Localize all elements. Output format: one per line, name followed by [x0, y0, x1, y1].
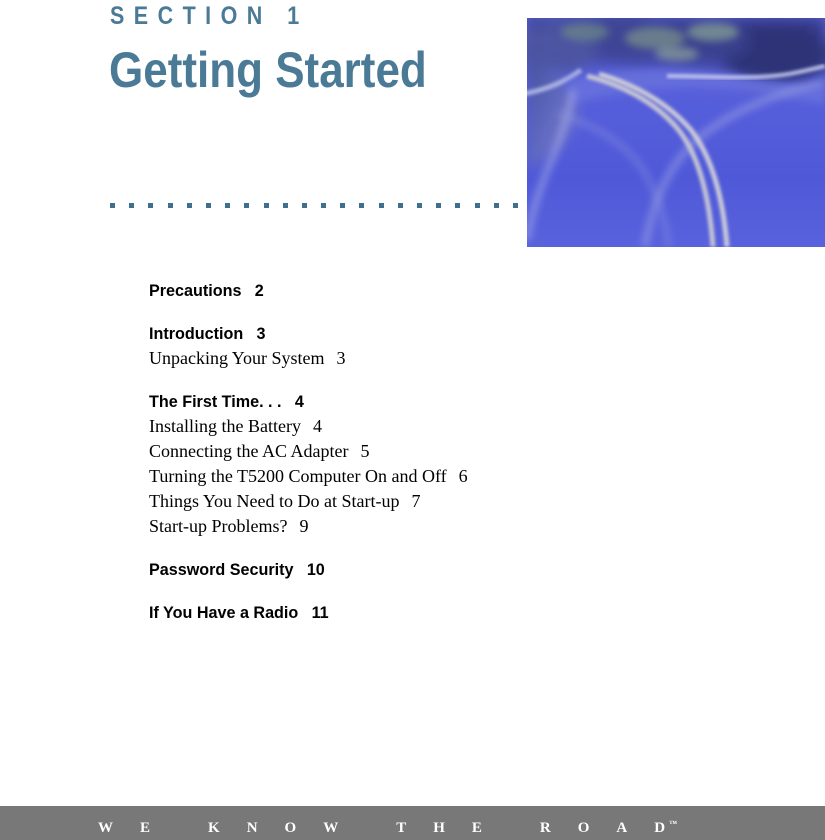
- toc-item-title: Unpacking Your System: [149, 348, 325, 368]
- divider-dot: [340, 203, 346, 208]
- toc-item-page: 3: [336, 348, 346, 368]
- toc-heading-title: The First Time. . .: [149, 392, 282, 411]
- toc-item-page: 6: [458, 466, 468, 486]
- toc-item-title: Turning the T5200 Computer On and Off: [149, 466, 447, 486]
- footer-letter: H: [433, 820, 445, 836]
- toc-heading-page: 4: [294, 392, 304, 411]
- section-label: SECTION 1: [110, 2, 309, 30]
- footer-letter: T: [396, 820, 407, 836]
- divider-dot: [474, 203, 480, 208]
- divider-dot: [436, 203, 442, 208]
- footer-letter: R: [539, 820, 551, 836]
- toc-heading-password-security[interactable]: Password Security 10: [149, 557, 596, 582]
- toc-group: Password Security 10: [149, 557, 619, 582]
- footer-letter: N: [246, 820, 258, 836]
- toc-heading-if-you-have-a-radio[interactable]: If You Have a Radio 11: [149, 600, 596, 625]
- divider-dot: [110, 203, 115, 208]
- toc-heading-introduction[interactable]: Introduction 3: [149, 321, 596, 346]
- toc-heading-title: Introduction: [149, 324, 244, 343]
- divider-dot: [186, 203, 192, 208]
- divider-dot: [244, 203, 250, 208]
- toc-item-page: 7: [411, 491, 421, 511]
- footer-tagline: W E K N O W T H E R O A D ™: [98, 815, 678, 837]
- toc-item-title: Things You Need to Do at Start-up: [149, 491, 400, 511]
- toc-item-turning-the-computer-on-and-off[interactable]: Turning the T5200 Computer On and Off 6: [149, 464, 619, 489]
- divider-dot: [205, 203, 211, 208]
- toc-heading-title: Password Security: [149, 560, 294, 579]
- divider-dot: [167, 203, 173, 208]
- toc-item-page: 5: [360, 441, 370, 461]
- divider-dot: [512, 203, 518, 208]
- divider-dot: [378, 203, 384, 208]
- toc-group: Precautions 2: [149, 278, 619, 303]
- footer-letter: W: [323, 820, 339, 836]
- toc-heading-title: If You Have a Radio: [149, 603, 299, 622]
- toc-group: If You Have a Radio 11: [149, 600, 619, 625]
- trademark-symbol: ™: [669, 819, 679, 828]
- page-title: Getting Started: [109, 42, 427, 98]
- toc-item-start-up-problems[interactable]: Start-up Problems? 9: [149, 514, 619, 539]
- footer-letter: W: [98, 820, 113, 836]
- toc-heading-precautions[interactable]: Precautions 2: [149, 278, 596, 303]
- divider-dot: [225, 203, 231, 208]
- toc-item-title: Installing the Battery: [149, 416, 301, 436]
- divider-dot: [397, 203, 403, 208]
- toc-heading-page: 11: [311, 603, 329, 622]
- toc-heading-the-first-time[interactable]: The First Time. . . 4: [149, 389, 596, 414]
- toc-item-things-you-need-to-do-at-start-up[interactable]: Things You Need to Do at Start-up 7: [149, 489, 619, 514]
- winding-road-photo: [527, 18, 825, 247]
- footer-bar: W E K N O W T H E R O A D ™: [0, 806, 825, 840]
- divider-dot: [148, 203, 154, 208]
- divider-dot: [359, 203, 365, 208]
- table-of-contents: Precautions 2 Introduction 3 Unpacking You…: [149, 278, 619, 625]
- divider-dot: [282, 203, 288, 208]
- toc-heading-page: 10: [306, 560, 325, 579]
- toc-group: Introduction 3 Unpacking Your System 3: [149, 321, 619, 371]
- toc-item-title: Start-up Problems?: [149, 516, 288, 536]
- divider-dot: [301, 203, 307, 208]
- toc-heading-page: 2: [254, 281, 264, 300]
- toc-item-installing-the-battery[interactable]: Installing the Battery 4: [149, 414, 619, 439]
- divider-dot: [493, 203, 499, 208]
- footer-letter: D: [654, 820, 666, 836]
- footer-letter: K: [208, 820, 220, 836]
- footer-letter: O: [577, 820, 590, 836]
- divider-dot: [321, 203, 327, 208]
- toc-heading-page: 3: [256, 324, 266, 343]
- footer-letter: A: [616, 820, 628, 836]
- dotted-divider: [110, 203, 527, 208]
- road-photo-art: [527, 18, 825, 247]
- footer-letter: E: [471, 820, 482, 836]
- toc-heading-title: Precautions: [149, 281, 242, 300]
- toc-item-connecting-the-ac-adapter[interactable]: Connecting the AC Adapter 5: [149, 439, 619, 464]
- divider-dot: [455, 203, 461, 208]
- toc-item-page: 9: [299, 516, 309, 536]
- toc-item-page: 4: [312, 416, 322, 436]
- footer-letter: O: [284, 820, 297, 836]
- footer-letter: E: [140, 820, 151, 836]
- toc-item-title: Connecting the AC Adapter: [149, 441, 349, 461]
- divider-dot: [263, 203, 269, 208]
- page-canvas: SECTION 1 Getting Started Precautions 2: [0, 0, 825, 840]
- divider-dot: [417, 203, 422, 208]
- toc-group: The First Time. . . 4 Installing the Batt…: [149, 389, 619, 539]
- toc-item-unpacking-your-system[interactable]: Unpacking Your System 3: [149, 346, 619, 371]
- divider-dot: [129, 203, 135, 208]
